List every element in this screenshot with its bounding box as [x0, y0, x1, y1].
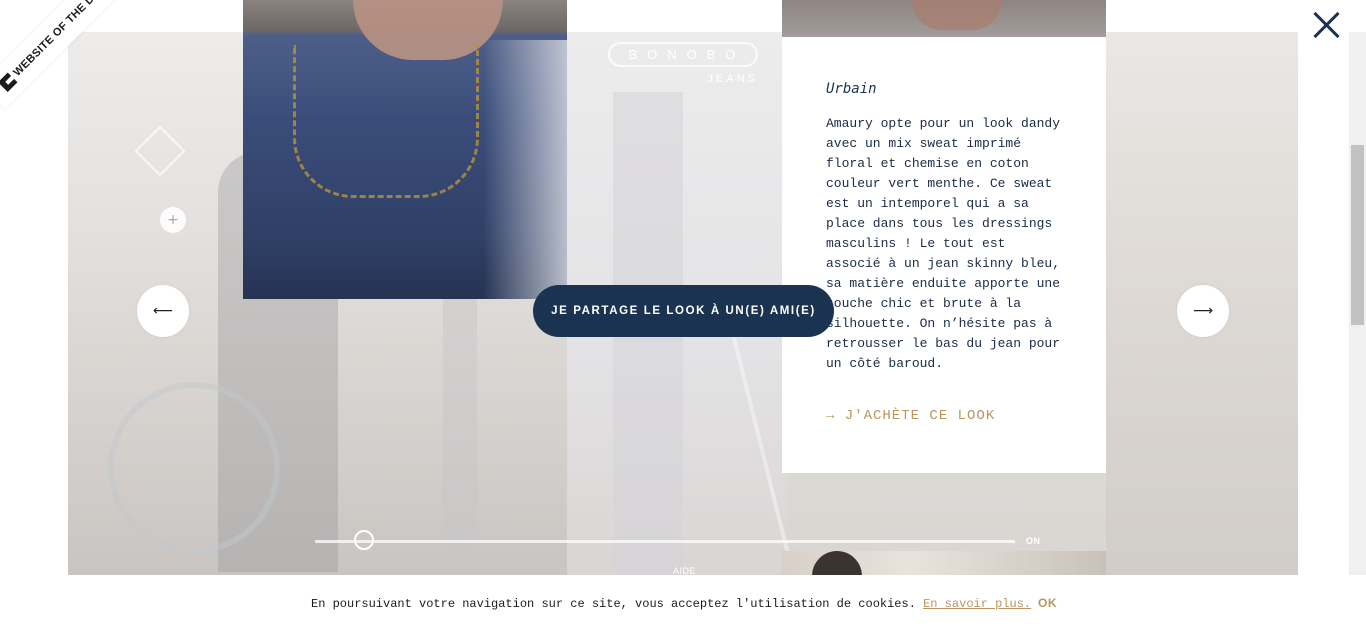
cookie-banner: En poursuivant votre navigation sur ce s… [0, 575, 1366, 633]
jeans-detail-photo [243, 0, 567, 299]
timeline-slider-track[interactable] [315, 540, 1015, 543]
previous-look-button[interactable]: ⟵ [137, 285, 189, 337]
cookie-more-link[interactable]: En savoir plus. [923, 597, 1031, 611]
brand-name: BONOBO [608, 42, 758, 67]
hand-shape [912, 0, 1002, 30]
cookie-text: En poursuivant votre navigation sur ce s… [311, 597, 916, 611]
look-description: Amaury opte pour un look dandy avec un m… [826, 116, 1061, 371]
plus-icon[interactable]: + [160, 207, 186, 233]
photo-light [483, 40, 567, 299]
look-title: Urbain [826, 81, 877, 97]
badge-logo-icon [0, 72, 18, 92]
arrow-right-icon: ⟶ [1192, 303, 1214, 319]
outfit-photo-top [782, 0, 1106, 37]
scrollbar-thumb[interactable] [1351, 145, 1364, 325]
next-look-button[interactable]: ⟶ [1177, 285, 1229, 337]
slider-label: ON [1026, 536, 1041, 546]
share-look-button[interactable]: JE PARTAGE LE LOOK À UN(E) AMI(E) [533, 285, 834, 337]
brand-logo[interactable]: BONOBO JEANS [608, 42, 758, 86]
pocket-stitching [293, 45, 479, 198]
cookie-ok-button[interactable]: OK [1038, 596, 1057, 610]
close-icon[interactable] [1312, 10, 1342, 40]
buy-look-link[interactable]: → J'ACHÈTE CE LOOK [826, 408, 995, 424]
arrow-left-icon: ⟵ [152, 303, 174, 319]
cookie-message: En poursuivant votre navigation sur ce s… [311, 597, 1031, 611]
brand-subtitle: JEANS [707, 73, 758, 85]
outfit-photo-bottom [782, 551, 1106, 575]
timeline-slider-handle[interactable] [354, 530, 374, 550]
person-head [812, 551, 862, 575]
scrollbar[interactable] [1349, 32, 1366, 575]
look-description-card: Urbain Amaury opte pour un look dandy av… [782, 37, 1106, 473]
